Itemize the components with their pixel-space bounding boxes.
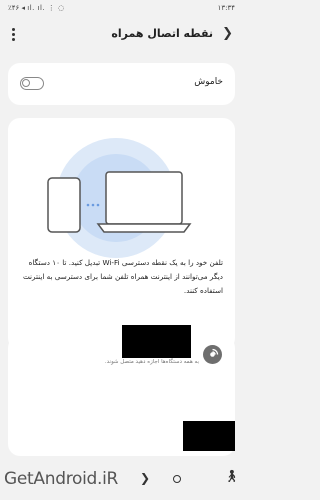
toggle-knob (22, 79, 30, 87)
hotspot-description: تلفن خود را به یک نقطه دسترسی Wi-Fi تبدی… (22, 258, 223, 295)
hotspot-toggle-row[interactable]: خاموش (8, 63, 235, 105)
toggle-label: خاموش (194, 77, 223, 87)
status-bar: ٪۴۶ ◂ ıl. ıl. ⋮ ◌ ۱۳:۳۴ (0, 0, 243, 16)
redacted-block-2 (183, 421, 235, 451)
nav-back-icon[interactable]: ❯ (140, 471, 150, 485)
status-time: ۱۳:۳۴ (217, 4, 235, 12)
hotspot-toggle-switch[interactable] (20, 77, 44, 90)
watermark: GetAndroid.iR (4, 469, 119, 489)
more-vert-icon[interactable] (6, 26, 20, 44)
accessibility-icon[interactable]: 🚶︎ (224, 469, 239, 483)
app-bar: نقطه اتصال همراه ❯ (0, 20, 243, 50)
hotspot-illustration (47, 138, 192, 258)
info-card: تلفن خود را به یک نقطه دسترسی Wi-Fi تبدی… (8, 118, 235, 350)
navigation-bar: GetAndroid.iR ❯ 🚶︎ (0, 463, 243, 500)
share-icon[interactable] (203, 345, 222, 364)
chevron-right-icon[interactable]: ❯ (222, 26, 233, 41)
status-icons: ٪۴۶ ◂ ıl. ıl. ⋮ ◌ (8, 4, 65, 12)
nav-home-icon[interactable] (173, 475, 181, 483)
allow-all-devices-hint: به همه دستگاه‌ها اجازه دهید متصل شوند. (104, 359, 199, 365)
redacted-block (122, 325, 191, 358)
page-title: نقطه اتصال همراه (111, 27, 213, 40)
